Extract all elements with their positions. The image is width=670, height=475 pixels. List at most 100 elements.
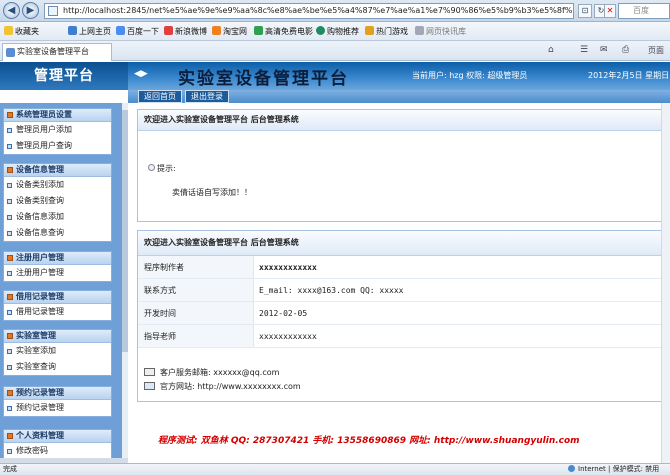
- info-row: 开发时间 2012-02-05: [138, 302, 669, 325]
- print-icon[interactable]: ⎙: [622, 45, 629, 55]
- collapse-sidebar-icon[interactable]: ◀▶: [134, 69, 148, 79]
- sidebar-group-header[interactable]: 个人资料管理: [4, 430, 111, 443]
- address-bar-area: ◀ ▶ http://localhost:2845/net%e5%ae%9e%e…: [0, 0, 670, 22]
- sidebar-scroll-thumb[interactable]: [122, 110, 128, 352]
- row-value: xxxxxxxxxxxx: [259, 332, 317, 341]
- sidebar-item[interactable]: 注册用户管理: [4, 265, 111, 281]
- compat-icon[interactable]: ⊡: [578, 4, 592, 18]
- fav-link[interactable]: 新浪微博: [164, 26, 207, 37]
- mail-icon: [144, 368, 155, 376]
- row-label: 指导老师: [138, 325, 254, 347]
- sidebar-item[interactable]: 借用记录管理: [4, 304, 111, 320]
- sidebar-group-header[interactable]: 系统管理员设置: [4, 109, 111, 122]
- content-scrollbar[interactable]: [661, 103, 670, 463]
- forward-icon[interactable]: ▶: [22, 2, 39, 19]
- fav-link[interactable]: 高清免费电影: [254, 26, 313, 37]
- item-icon: [7, 183, 12, 188]
- sidebar-group-header[interactable]: 设备信息管理: [4, 164, 111, 177]
- star-icon: [4, 26, 13, 35]
- row-label: 联系方式: [138, 279, 254, 301]
- sidebar-item[interactable]: 管理员用户查询: [4, 138, 111, 154]
- bullet-icon: [7, 255, 13, 261]
- browser-tab[interactable]: 实验室设备管理平台: [2, 43, 112, 61]
- sidebar-item[interactable]: 实验室添加: [4, 343, 111, 359]
- sidebar-item[interactable]: 修改密码: [4, 443, 111, 459]
- monitor-icon: [144, 382, 155, 390]
- globe-icon: [568, 465, 575, 472]
- system-title: 实验室设备管理平台: [178, 69, 349, 89]
- sidebar-group: 注册用户管理 注册用户管理: [3, 251, 112, 282]
- sidebar-group-header[interactable]: 注册用户管理: [4, 252, 111, 265]
- tip-message: 卖倩话语自写添加！！: [172, 188, 252, 197]
- row-label: 程序制作者: [138, 256, 254, 278]
- row-value: E_mail: xxxx@163.com QQ: xxxxx: [259, 286, 404, 295]
- item-icon: [7, 310, 12, 315]
- item-icon: [7, 449, 12, 454]
- item-icon: [7, 128, 12, 133]
- sidebar-item[interactable]: 设备类别查询: [4, 193, 111, 209]
- sidebar-item[interactable]: 预约记录管理: [4, 400, 111, 416]
- bullet-icon: [7, 433, 13, 439]
- fav-link[interactable]: 热门游戏: [365, 26, 408, 37]
- fav-link[interactable]: 网页快讯库: [415, 26, 466, 37]
- date-info: 2012年2月5日 星期日: [588, 71, 670, 80]
- footer-credits: 程序测试: 双鱼林 QQ: 287307421 手机: 13558690869 …: [158, 436, 580, 446]
- user-info: 当前用户: hzg 权限: 超级管理员: [412, 71, 528, 80]
- back-home-button[interactable]: 返回首页: [138, 90, 182, 103]
- item-icon: [7, 271, 12, 276]
- favorites-bar: 收藏夹 上网主页 百度一下 新浪微博 淘宝网 高清免费电影 购物推荐 热门游戏 …: [0, 22, 670, 41]
- sidebar-group: 实验室管理 实验室添加 实验室查询: [3, 329, 112, 376]
- sidebar-group-header[interactable]: 借用记录管理: [4, 291, 111, 304]
- row-label: 开发时间: [138, 302, 254, 324]
- info-panel: 欢迎进入实验室设备管理平台 后台管理系统 程序制作者 xxxxxxxxxxxx 联…: [137, 230, 670, 402]
- sidebar: 系统管理员设置 管理员用户添加 管理员用户查询 设备信息管理 设备类别添加 设备…: [0, 103, 128, 463]
- item-icon: [7, 215, 12, 220]
- sidebar-item[interactable]: 管理员用户添加: [4, 122, 111, 138]
- sidebar-item[interactable]: 实验室查询: [4, 359, 111, 375]
- sidebar-group: 借用记录管理 借用记录管理: [3, 290, 112, 321]
- item-icon: [7, 349, 12, 354]
- sidebar-item[interactable]: 设备信息添加: [4, 209, 111, 225]
- back-icon[interactable]: ◀: [3, 2, 20, 19]
- service-email: 客户服务邮箱: xxxxxx@qq.com: [144, 367, 279, 378]
- stop-icon[interactable]: ✕: [604, 4, 616, 18]
- url-input[interactable]: http://localhost:2845/net%e5%ae%9e%e9%aa…: [44, 3, 574, 19]
- sidebar-group: 设备信息管理 设备类别添加 设备类别查询 设备信息添加 设备信息查询: [3, 163, 112, 242]
- status-text: 完成: [3, 465, 17, 473]
- sidebar-item[interactable]: 设备信息查询: [4, 225, 111, 241]
- status-bar: 完成 Internet | 保护模式: 禁用: [0, 463, 670, 475]
- tip-label: 提示:: [148, 163, 176, 174]
- info-row: 联系方式 E_mail: xxxx@163.com QQ: xxxxx: [138, 279, 669, 302]
- bullet-icon: [7, 390, 13, 396]
- bullet-icon: [7, 167, 13, 173]
- home-icon[interactable]: ⌂: [548, 45, 554, 55]
- favorites-button[interactable]: 收藏夹: [4, 26, 39, 37]
- sidebar-group: 预约记录管理 预约记录管理: [3, 386, 112, 417]
- bullet-icon: [7, 333, 13, 339]
- page-menu[interactable]: 页面: [648, 45, 664, 56]
- panel-title: 欢迎进入实验室设备管理平台 后台管理系统: [138, 110, 669, 131]
- tip-icon: [148, 164, 155, 171]
- feed-icon[interactable]: ☰: [580, 45, 588, 55]
- item-icon: [7, 199, 12, 204]
- sidebar-item[interactable]: 设备类别添加: [4, 177, 111, 193]
- security-zone[interactable]: Internet | 保护模式: 禁用: [568, 464, 659, 475]
- logout-button[interactable]: 退出登录: [185, 90, 229, 103]
- fav-link[interactable]: 百度一下: [116, 26, 159, 37]
- fav-link[interactable]: 购物推荐: [316, 26, 359, 37]
- welcome-panel: 欢迎进入实验室设备管理平台 后台管理系统 提示: 卖倩话语自写添加！！: [137, 109, 670, 222]
- item-icon: [7, 144, 12, 149]
- website-link[interactable]: 官方网站: http://www.xxxxxxxx.com: [144, 381, 301, 392]
- sidebar-group: 个人资料管理 修改密码: [3, 429, 112, 460]
- fav-link[interactable]: 淘宝网: [212, 26, 247, 37]
- row-value: xxxxxxxxxxxx: [259, 263, 317, 272]
- fav-link[interactable]: 上网主页: [68, 26, 111, 37]
- sidebar-group: 系统管理员设置 管理员用户添加 管理员用户查询: [3, 108, 112, 155]
- item-icon: [7, 231, 12, 236]
- sidebar-group-header[interactable]: 实验室管理: [4, 330, 111, 343]
- search-input[interactable]: 百度: [618, 3, 670, 19]
- sidebar-group-header[interactable]: 预约记录管理: [4, 387, 111, 400]
- tab-bar: 实验室设备管理平台: [0, 41, 670, 61]
- page-icon: [48, 6, 58, 16]
- mail-icon[interactable]: ✉: [600, 45, 608, 55]
